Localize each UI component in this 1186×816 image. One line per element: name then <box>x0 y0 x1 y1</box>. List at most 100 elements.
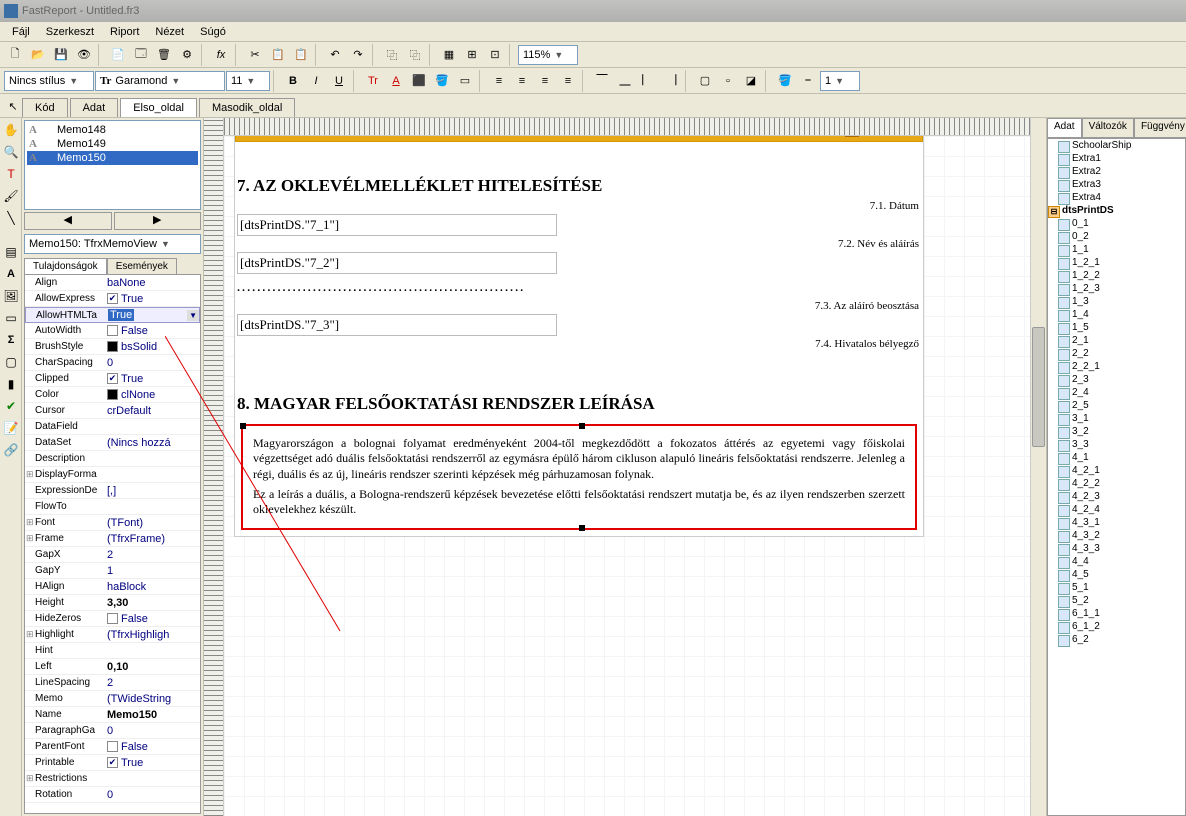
border-top-button[interactable]: ⎺ <box>591 70 613 92</box>
page-settings-button[interactable]: ⚙ <box>176 44 198 66</box>
prop-value[interactable]: ✔True <box>103 757 200 769</box>
border-bottom-button[interactable]: ⎽ <box>614 70 636 92</box>
menu-edit[interactable]: Szerkeszt <box>38 24 102 40</box>
cut-button[interactable]: ✂ <box>244 44 266 66</box>
prop-row-font[interactable]: Font(TFont) <box>25 515 200 531</box>
data-field[interactable]: 4_3_3 <box>1048 542 1185 555</box>
bold-button[interactable]: B <box>282 70 304 92</box>
align-justify-button[interactable]: ≡ <box>557 70 579 92</box>
data-field[interactable]: 6_1_1 <box>1048 607 1185 620</box>
prop-row-allowhtmlta[interactable]: AllowHTMLTaTrue▼ <box>25 307 200 323</box>
pointer-icon[interactable]: ↖ <box>4 95 22 117</box>
label-7-4[interactable]: 7.4. Hivatalos bélyegző <box>603 338 923 350</box>
new-dialog-button[interactable]: 🗔 <box>130 44 152 66</box>
menu-view[interactable]: Nézet <box>147 24 192 40</box>
ole-tool-icon[interactable]: 🔗 <box>1 440 21 460</box>
checkbox-icon[interactable]: ✔ <box>107 757 118 768</box>
prop-value[interactable]: ✔True <box>103 293 200 305</box>
scrollbar-thumb[interactable] <box>1032 327 1045 447</box>
prop-value[interactable]: (TfrxHighligh <box>103 629 200 641</box>
prop-row-description[interactable]: Description <box>25 451 200 467</box>
format-tool-icon[interactable]: 🖌 <box>1 186 21 206</box>
text-tool-icon[interactable]: T <box>1 164 21 184</box>
prop-row-frame[interactable]: Frame(TfrxFrame) <box>25 531 200 547</box>
prop-row-datafield[interactable]: DataField <box>25 419 200 435</box>
fit-grid-button[interactable]: ⊡ <box>484 44 506 66</box>
data-field[interactable]: 4_5 <box>1048 568 1185 581</box>
data-field[interactable]: 2_5 <box>1048 399 1185 412</box>
data-field[interactable]: 2_2_1 <box>1048 360 1185 373</box>
prop-value[interactable]: haBlock <box>103 581 200 593</box>
resize-handle[interactable] <box>240 423 246 429</box>
border-color-button[interactable]: 🪣 <box>774 70 796 92</box>
tab-events[interactable]: Események <box>107 258 177 274</box>
tab-data-right[interactable]: Adat <box>1047 118 1082 137</box>
scroll-left-button[interactable]: ◀ <box>24 212 112 230</box>
data-field[interactable]: 1_2_2 <box>1048 269 1185 282</box>
prop-value[interactable]: (Nincs hozzá <box>103 437 200 449</box>
prop-value[interactable]: False <box>103 325 200 337</box>
data-field[interactable]: Extra4 <box>1048 191 1185 204</box>
prop-row-allowexpress[interactable]: AllowExpress✔True <box>25 291 200 307</box>
border-none-button[interactable]: ▫ <box>717 70 739 92</box>
align-grid-button[interactable]: ⊞ <box>461 44 483 66</box>
font-color-button[interactable]: A <box>385 70 407 92</box>
border-all-button[interactable]: ▢ <box>694 70 716 92</box>
scroll-right-button[interactable]: ▶ <box>114 212 202 230</box>
data-field[interactable]: 3_1 <box>1048 412 1185 425</box>
hand-tool-icon[interactable]: ✋ <box>1 120 21 140</box>
prop-value[interactable]: 0,10 <box>103 661 200 673</box>
memo-tool-icon[interactable]: A <box>1 264 21 284</box>
redo-button[interactable]: ↷ <box>347 44 369 66</box>
prop-row-left[interactable]: Left0,10 <box>25 659 200 675</box>
data-field[interactable]: Extra1 <box>1048 152 1185 165</box>
prop-row-displayforma[interactable]: DisplayForma <box>25 467 200 483</box>
subreport-tool-icon[interactable]: ▭ <box>1 308 21 328</box>
tab-page1[interactable]: Elso_oldal <box>120 98 197 117</box>
fontsize-combo[interactable]: 11 ▼ <box>226 71 270 91</box>
checkbox-icon[interactable]: ✔ <box>107 373 118 384</box>
border-right-button[interactable]: ⎹ <box>660 70 682 92</box>
style-combo[interactable]: Nincs stílus ▼ <box>4 71 94 91</box>
new-button[interactable]: 🗋 <box>4 44 26 66</box>
data-field[interactable]: SchoolarShip <box>1048 139 1185 152</box>
prop-row-name[interactable]: NameMemo150 <box>25 707 200 723</box>
data-field[interactable]: 6_1_2 <box>1048 620 1185 633</box>
data-field[interactable]: 1_2_3 <box>1048 282 1185 295</box>
checkbox-icon[interactable] <box>107 741 118 752</box>
data-field[interactable]: 1_5 <box>1048 321 1185 334</box>
menu-file[interactable]: Fájl <box>4 24 38 40</box>
save-button[interactable]: 💾 <box>50 44 72 66</box>
align-left-button[interactable]: ≡ <box>488 70 510 92</box>
align-center-button[interactable]: ≡ <box>511 70 533 92</box>
prop-value[interactable]: 1 <box>103 565 200 577</box>
memo150-selection[interactable]: Magyarországon a bolognai folyamat eredm… <box>241 424 917 530</box>
menu-report[interactable]: Riport <box>102 24 147 40</box>
data-field[interactable]: 1_3 <box>1048 295 1185 308</box>
prop-value[interactable]: 2 <box>103 549 200 561</box>
prop-row-printable[interactable]: Printable✔True <box>25 755 200 771</box>
prop-row-color[interactable]: ColorclNone <box>25 387 200 403</box>
prop-value[interactable]: True▼ <box>104 309 199 321</box>
data-field[interactable]: 0_2 <box>1048 230 1185 243</box>
copy-button[interactable]: 📋 <box>267 44 289 66</box>
prop-row-memo[interactable]: Memo(TWideString <box>25 691 200 707</box>
barcode-tool-icon[interactable]: ▮ <box>1 374 21 394</box>
data-field[interactable]: 2_1 <box>1048 334 1185 347</box>
data-field[interactable]: 3_3 <box>1048 438 1185 451</box>
prop-row-height[interactable]: Height3,30 <box>25 595 200 611</box>
ungroup-button[interactable]: ⿻ <box>404 44 426 66</box>
italic-button[interactable]: I <box>305 70 327 92</box>
prop-value[interactable]: [,] <box>103 485 200 497</box>
property-grid[interactable]: AlignbaNoneAllowExpress✔TrueAllowHTMLTaT… <box>24 274 201 814</box>
tab-properties[interactable]: Tulajdonságok <box>24 258 107 274</box>
prop-value[interactable]: False <box>103 613 200 625</box>
underline-button[interactable]: U <box>328 70 350 92</box>
data-field[interactable]: 4_2_2 <box>1048 477 1185 490</box>
label-7-3[interactable]: 7.3. Az aláíró beosztása <box>603 300 923 312</box>
prop-row-gapx[interactable]: GapX2 <box>25 547 200 563</box>
zoom-combo[interactable]: 115% ▼ <box>518 45 578 65</box>
prop-value[interactable]: 0 <box>103 357 200 369</box>
data-field[interactable]: 2_4 <box>1048 386 1185 399</box>
prop-row-halign[interactable]: HAlignhaBlock <box>25 579 200 595</box>
